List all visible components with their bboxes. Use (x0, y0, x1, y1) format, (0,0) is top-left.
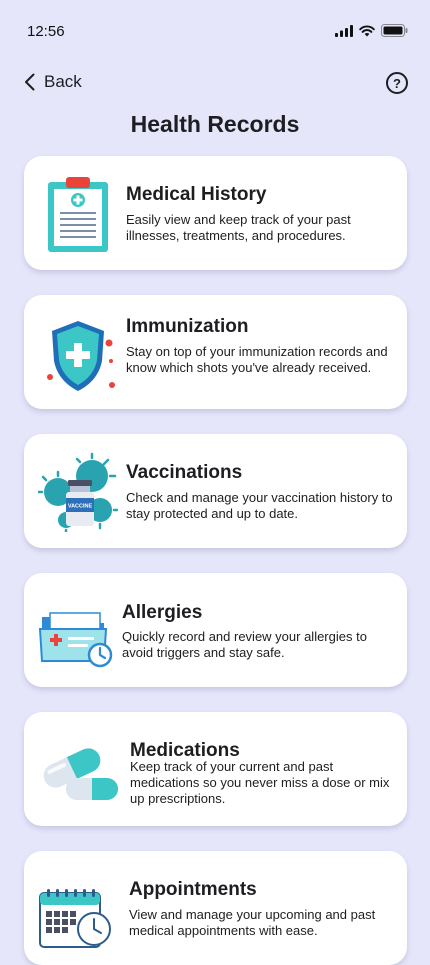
card-appointments[interactable]: Appointments View and manage your upcomi… (24, 851, 407, 965)
calendar-clock-icon (39, 889, 111, 948)
card-description: Check and manage your vaccination histor… (126, 490, 393, 521)
signal-icon (335, 24, 353, 37)
card-description: Stay on top of your immunization records… (126, 344, 388, 375)
card-title: Allergies (122, 602, 203, 623)
card-medical-history[interactable]: Medical History Easily view and keep tra… (24, 156, 407, 270)
back-button[interactable]: Back (24, 72, 82, 92)
card-title: Appointments (129, 879, 257, 900)
status-time: 12:56 (27, 23, 65, 40)
card-description: Quickly record and review your allergies… (122, 629, 367, 660)
card-allergies[interactable]: Allergies Quickly record and review your… (24, 573, 407, 687)
status-bar: 12:56 (0, 0, 430, 64)
help-icon: ? (393, 75, 401, 91)
card-immunization[interactable]: Immunization Stay on top of your immuniz… (24, 295, 407, 409)
card-description: Easily view and keep track of your past … (126, 212, 351, 243)
pill-icon (43, 748, 118, 800)
back-label: Back (44, 72, 82, 91)
card-title: Vaccinations (126, 462, 243, 483)
card-vaccinations[interactable]: VACCINE Vaccinations Check and manage yo… (24, 434, 407, 548)
battery-icon (381, 24, 408, 37)
shield-icon (47, 321, 115, 391)
folder-clock-icon (38, 612, 113, 668)
help-button[interactable]: ? (386, 72, 408, 94)
nav-bar: Back ? (0, 64, 430, 104)
status-icons (335, 24, 408, 37)
clipboard-icon (48, 177, 108, 252)
card-title: Medical History (126, 184, 267, 205)
vaccine-icon: VACCINE (38, 452, 118, 532)
page-title: Health Records (130, 111, 300, 137)
card-description: Keep track of your current and past medi… (130, 759, 390, 806)
chevron-left-icon (25, 73, 35, 91)
card-description: View and manage your upcoming and past m… (129, 907, 376, 938)
card-medications[interactable]: Medications Keep track of your current a… (24, 712, 407, 826)
card-title: Immunization (126, 316, 249, 337)
vaccine-vial-label: VACCINE (68, 504, 93, 510)
wifi-icon (359, 25, 375, 36)
